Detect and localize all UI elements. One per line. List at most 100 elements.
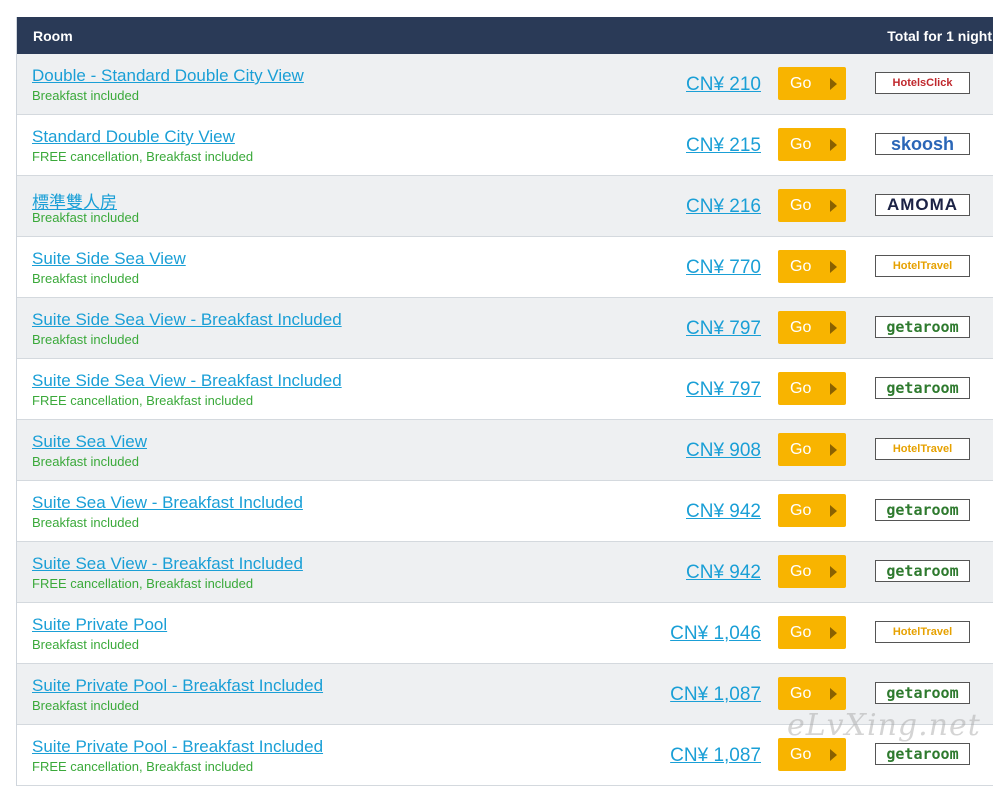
go-button[interactable]: Go bbox=[778, 67, 846, 100]
room-name-link[interactable]: Suite Sea View - Breakfast Included bbox=[32, 493, 303, 513]
room-name-link[interactable]: Suite Side Sea View bbox=[32, 249, 186, 269]
go-button[interactable]: Go bbox=[778, 494, 846, 527]
provider-logo[interactable]: AMOMA bbox=[875, 194, 970, 216]
room-name-link[interactable]: Suite Side Sea View - Breakfast Included bbox=[32, 371, 342, 391]
room-name-link[interactable]: Standard Double City View bbox=[32, 127, 235, 147]
go-button-label: Go bbox=[790, 746, 812, 763]
room-name-link[interactable]: Suite Sea View - Breakfast Included bbox=[32, 554, 303, 574]
room-inclusions: FREE cancellation, Breakfast included bbox=[32, 393, 254, 408]
price-link[interactable]: CN¥ 942 bbox=[686, 501, 761, 523]
room-column-header: Room bbox=[33, 27, 73, 44]
play-arrow-icon bbox=[830, 78, 837, 90]
play-arrow-icon bbox=[830, 444, 837, 456]
go-button-label: Go bbox=[790, 258, 812, 275]
play-arrow-icon bbox=[830, 383, 837, 395]
rates-table: Room Total for 1 night Double - Standard… bbox=[16, 17, 993, 786]
play-arrow-icon bbox=[830, 566, 837, 578]
rate-row: Suite Sea View Breakfast included CN¥ 908 G… bbox=[17, 420, 993, 481]
price-link[interactable]: CN¥ 1,046 bbox=[670, 623, 761, 645]
price-link[interactable]: CN¥ 216 bbox=[686, 196, 761, 218]
room-name-link[interactable]: Double - Standard Double City View bbox=[32, 66, 304, 86]
go-button[interactable]: Go bbox=[778, 311, 846, 344]
go-button[interactable]: Go bbox=[778, 616, 846, 649]
room-inclusions: Breakfast included bbox=[32, 332, 139, 347]
go-button[interactable]: Go bbox=[778, 189, 846, 222]
price-link[interactable]: CN¥ 215 bbox=[686, 135, 761, 157]
rate-row: Suite Sea View - Breakfast Included Break… bbox=[17, 481, 993, 542]
provider-logo[interactable]: HotelTravel bbox=[875, 255, 970, 277]
provider-logo[interactable]: getaroom bbox=[875, 316, 970, 338]
provider-logo[interactable]: skoosh bbox=[875, 133, 970, 155]
go-button[interactable]: Go bbox=[778, 250, 846, 283]
go-button[interactable]: Go bbox=[778, 677, 846, 710]
room-name-link[interactable]: Suite Sea View bbox=[32, 432, 147, 452]
rate-row: Suite Private Pool Breakfast included CN¥ … bbox=[17, 603, 993, 664]
go-button-label: Go bbox=[790, 563, 812, 580]
price-link[interactable]: CN¥ 770 bbox=[686, 257, 761, 279]
go-button[interactable]: Go bbox=[778, 738, 846, 771]
provider-logo[interactable]: getaroom bbox=[875, 743, 970, 765]
room-name-link[interactable]: Suite Private Pool bbox=[32, 615, 167, 635]
go-button-label: Go bbox=[790, 380, 812, 397]
go-button[interactable]: Go bbox=[778, 128, 846, 161]
go-button-label: Go bbox=[790, 136, 812, 153]
price-link[interactable]: CN¥ 797 bbox=[686, 379, 761, 401]
play-arrow-icon bbox=[830, 322, 837, 334]
provider-logo-text: getaroom bbox=[886, 501, 959, 519]
provider-logo[interactable]: HotelsClick bbox=[875, 72, 970, 94]
play-arrow-icon bbox=[830, 261, 837, 273]
go-button-label: Go bbox=[790, 502, 812, 519]
price-link[interactable]: CN¥ 797 bbox=[686, 318, 761, 340]
provider-logo-text: skoosh bbox=[890, 133, 955, 154]
room-inclusions: FREE cancellation, Breakfast included bbox=[32, 149, 254, 164]
provider-logo[interactable]: getaroom bbox=[875, 377, 970, 399]
price-link[interactable]: CN¥ 942 bbox=[686, 562, 761, 584]
rate-row: Suite Side Sea View - Breakfast Included… bbox=[17, 359, 993, 420]
room-inclusions: Breakfast included bbox=[32, 454, 139, 469]
go-button-label: Go bbox=[790, 197, 812, 214]
rate-row: 標準雙人房 Breakfast included CN¥ 216 Go AMOMA bbox=[17, 176, 993, 237]
go-button-label: Go bbox=[790, 319, 812, 336]
go-button-label: Go bbox=[790, 75, 812, 92]
provider-logo-text: getaroom bbox=[886, 684, 959, 702]
provider-logo-text: HotelTravel bbox=[892, 626, 953, 638]
go-button[interactable]: Go bbox=[778, 372, 846, 405]
provider-logo-text: getaroom bbox=[886, 318, 959, 336]
room-inclusions: FREE cancellation, Breakfast included bbox=[32, 576, 254, 591]
price-link[interactable]: CN¥ 210 bbox=[686, 74, 761, 96]
provider-logo-text: HotelsClick bbox=[892, 77, 953, 89]
room-inclusions: Breakfast included bbox=[32, 271, 139, 286]
room-name-link[interactable]: Suite Private Pool - Breakfast Included bbox=[32, 737, 323, 757]
room-name-link[interactable]: Suite Private Pool - Breakfast Included bbox=[32, 676, 323, 696]
rate-row: Standard Double City View FREE cancellati… bbox=[17, 115, 993, 176]
room-inclusions: Breakfast included bbox=[32, 88, 139, 103]
rate-row: Double - Standard Double City View Breakf… bbox=[17, 54, 993, 115]
provider-logo[interactable]: getaroom bbox=[875, 682, 970, 704]
play-arrow-icon bbox=[830, 627, 837, 639]
play-arrow-icon bbox=[830, 749, 837, 761]
go-button[interactable]: Go bbox=[778, 433, 846, 466]
rate-row: Suite Side Sea View Breakfast included CN¥… bbox=[17, 237, 993, 298]
play-arrow-icon bbox=[830, 139, 837, 151]
play-arrow-icon bbox=[830, 688, 837, 700]
price-link[interactable]: CN¥ 908 bbox=[686, 440, 761, 462]
provider-logo[interactable]: HotelTravel bbox=[875, 438, 970, 460]
provider-logo-text: getaroom bbox=[886, 562, 959, 580]
room-inclusions: Breakfast included bbox=[32, 637, 139, 652]
provider-logo-text: HotelTravel bbox=[892, 443, 953, 455]
play-arrow-icon bbox=[830, 200, 837, 212]
provider-logo[interactable]: getaroom bbox=[875, 560, 970, 582]
provider-logo-text: getaroom bbox=[886, 745, 959, 763]
provider-logo[interactable]: HotelTravel bbox=[875, 621, 970, 643]
room-inclusions: FREE cancellation, Breakfast included bbox=[32, 759, 254, 774]
provider-logo[interactable]: getaroom bbox=[875, 499, 970, 521]
price-link[interactable]: CN¥ 1,087 bbox=[670, 684, 761, 706]
room-name-link[interactable]: Suite Side Sea View - Breakfast Included bbox=[32, 310, 342, 330]
room-inclusions: Breakfast included bbox=[32, 698, 139, 713]
total-column-header: Total for 1 night bbox=[887, 27, 992, 44]
rate-row: Suite Private Pool - Breakfast Included B… bbox=[17, 664, 993, 725]
go-button-label: Go bbox=[790, 685, 812, 702]
rate-row: Suite Sea View - Breakfast Included FREE … bbox=[17, 542, 993, 603]
provider-logo-text: AMOMA bbox=[886, 195, 959, 214]
go-button[interactable]: Go bbox=[778, 555, 846, 588]
